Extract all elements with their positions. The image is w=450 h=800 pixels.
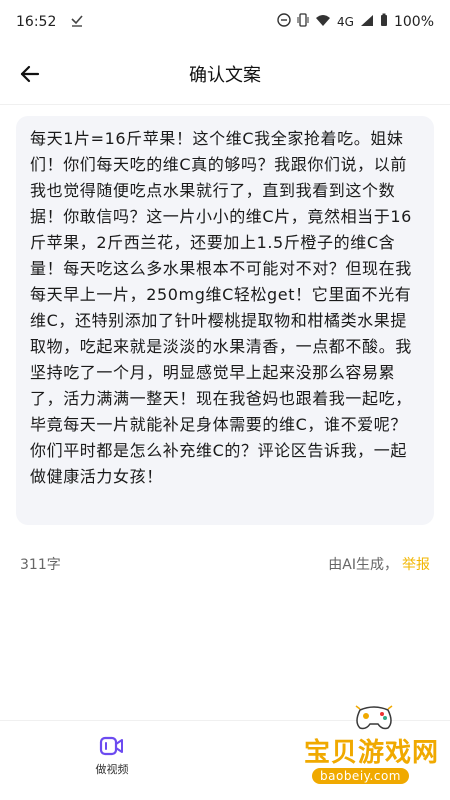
watermark-title: 宝贝游戏网 <box>304 738 440 768</box>
watermark-url: baobeiy.com <box>312 768 409 784</box>
watermark-logo: 宝贝游戏网 baobeiy.com <box>300 702 446 796</box>
gamepad-icon <box>355 705 393 730</box>
signal-icon <box>360 14 374 31</box>
wifi-icon <box>315 14 331 31</box>
char-count: 311字 <box>20 557 61 573</box>
report-link[interactable]: 举报 <box>402 554 430 574</box>
dnd-icon <box>277 13 291 31</box>
video-camera-icon <box>99 736 123 756</box>
make-video-button[interactable]: 做视频 <box>82 735 142 785</box>
copy-text-card[interactable]: 每天1片=16斤苹果！这个维C我全家抢着吃。姐妹们！你们每天吃的维C真的够吗？我… <box>16 116 434 525</box>
page-title: 确认文案 <box>189 65 261 86</box>
network-type: 4G <box>337 15 354 29</box>
status-bar: 16:52 4G 100% <box>0 0 450 44</box>
status-time: 16:52 <box>16 14 57 30</box>
screen: 16:52 4G 100% 确认文案 每天1片=16斤苹果！这个维C我全家抢着吃… <box>0 0 450 800</box>
app-header: 确认文案 <box>0 44 450 105</box>
battery-icon <box>380 13 388 31</box>
arrow-left-icon <box>20 65 40 83</box>
vibrate-icon <box>297 13 309 31</box>
copy-text[interactable]: 每天1片=16斤苹果！这个维C我全家抢着吃。姐妹们！你们每天吃的维C真的够吗？我… <box>30 126 422 490</box>
ai-generated-label: 由AI生成， <box>328 557 398 573</box>
back-button[interactable] <box>14 58 46 90</box>
battery-level: 100% <box>393 14 434 30</box>
download-check-icon <box>70 13 84 31</box>
make-video-label: 做视频 <box>95 763 129 776</box>
meta-row: 311字 由AI生成， 举报 <box>20 553 430 575</box>
